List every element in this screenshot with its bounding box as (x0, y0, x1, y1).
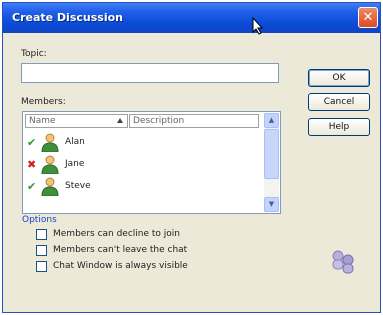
scroll-thumb[interactable] (264, 129, 279, 179)
topic-input[interactable] (21, 63, 279, 83)
option-label: Members can't leave the chat (53, 245, 188, 255)
option-label: Chat Window is always visible (53, 261, 188, 271)
chevron-up-icon: ▲ (268, 116, 275, 124)
cancel-button[interactable]: Cancel (308, 93, 370, 111)
member-name: Jane (65, 159, 85, 169)
topic-label: Topic: (21, 49, 47, 59)
user-avatar-icon (41, 133, 59, 152)
members-label: Members: (21, 97, 66, 107)
checkmark-icon: ✔ (27, 136, 37, 149)
member-name: Alan (65, 137, 85, 147)
options-label: Options (22, 215, 57, 225)
cross-icon: ✖ (27, 158, 37, 171)
description-column-label: Description (133, 116, 185, 126)
option-label: Members can decline to join (53, 229, 181, 239)
option-checkbox[interactable] (36, 229, 47, 240)
member-row[interactable]: ✔ Steve (25, 175, 261, 197)
user-avatar-icon (41, 177, 59, 196)
window-title: Create Discussion (12, 11, 123, 24)
help-button[interactable]: Help (308, 118, 370, 136)
name-column-label: Name (29, 116, 56, 126)
member-row[interactable]: ✖ Jane (25, 153, 261, 175)
member-row[interactable]: ✔ Alan (25, 131, 261, 153)
sort-ascending-icon (117, 118, 123, 123)
mouse-cursor-icon (252, 17, 264, 35)
members-list[interactable]: Name Description ✔ Alan ✖ Jane ✔ Steve ▲ ▼ (22, 111, 281, 214)
close-button[interactable]: ✕ (358, 7, 378, 28)
members-scrollbar[interactable]: ▲ ▼ (264, 113, 279, 212)
chevron-down-icon: ▼ (268, 200, 275, 208)
create-discussion-dialog: Create Discussion ✕ Topic: Members: Name… (2, 2, 381, 313)
option-checkbox[interactable] (36, 261, 47, 272)
close-icon: ✕ (362, 10, 374, 25)
scroll-up-button[interactable]: ▲ (264, 113, 279, 128)
discussion-people-icon (332, 250, 354, 274)
member-name: Steve (65, 181, 91, 191)
name-column-header[interactable]: Name (25, 114, 128, 128)
title-bar[interactable]: Create Discussion ✕ (3, 3, 380, 33)
option-checkbox[interactable] (36, 245, 47, 256)
ok-button[interactable]: OK (308, 69, 370, 87)
user-avatar-icon (41, 155, 59, 174)
description-column-header[interactable]: Description (129, 114, 259, 128)
scroll-down-button[interactable]: ▼ (264, 197, 279, 212)
checkmark-icon: ✔ (27, 180, 37, 193)
